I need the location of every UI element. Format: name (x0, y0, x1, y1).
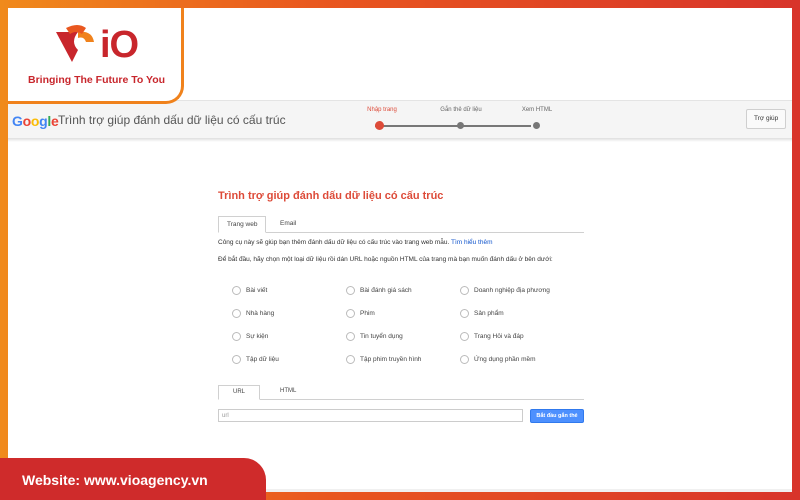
tab-email[interactable]: Email (272, 216, 304, 231)
step-dot-tag[interactable] (457, 122, 464, 129)
option-label: Trang Hỏi và đáp (474, 333, 524, 341)
source-tabs: Trang web Email (218, 216, 584, 233)
option-label: Ứng dụng phần mềm (474, 356, 536, 364)
help-button[interactable]: Trợ giúp (746, 109, 787, 129)
radio-icon[interactable] (346, 309, 355, 318)
google-logo-letter: o (22, 113, 32, 129)
browser-screen: Google Trình trợ giúp đánh dấu dữ liệu c… (8, 8, 792, 492)
option-product[interactable]: Sản phẩm (460, 309, 504, 319)
brand-tagline: Bringing The Future To You (28, 74, 166, 86)
website-text: Website: www.vioagency.vn (22, 472, 208, 488)
step-dot-view-html[interactable] (533, 122, 540, 129)
radio-icon[interactable] (460, 332, 469, 341)
google-logo-letter: G (12, 113, 23, 129)
instruction-text: Để bắt đầu, hãy chọn một loại dữ liệu rồ… (218, 256, 553, 263)
radio-icon[interactable] (346, 332, 355, 341)
radio-icon[interactable] (232, 332, 241, 341)
vio-logo-icon (56, 25, 94, 62)
radio-icon[interactable] (460, 355, 469, 364)
option-qa-page[interactable]: Trang Hỏi và đáp (460, 332, 524, 342)
option-movie[interactable]: Phim (346, 309, 375, 319)
option-label: Sự kiện (246, 333, 269, 341)
tool-header: Google Trình trợ giúp đánh dấu dữ liệu c… (8, 100, 792, 140)
option-label: Nhà hàng (246, 310, 275, 318)
tool-description: Công cụ này sẽ giúp bạn thêm đánh dấu dữ… (218, 239, 493, 246)
option-label: Tập phim truyền hình (360, 356, 422, 364)
start-tagging-button[interactable]: Bắt đầu gắn thẻ (530, 409, 584, 423)
option-software-app[interactable]: Ứng dụng phần mềm (460, 355, 536, 365)
option-job-posting[interactable]: Tin tuyển dụng (346, 332, 403, 342)
option-dataset[interactable]: Tập dữ liệu (232, 355, 279, 365)
page-title: Trình trợ giúp đánh dấu dữ liệu có cấu t… (218, 190, 444, 202)
tool-title: Trình trợ giúp đánh dấu dữ liệu có cấu t… (58, 113, 286, 127)
brand-logo-text: iO (100, 24, 139, 66)
tab-url[interactable]: URL (218, 385, 261, 400)
description-text: Công cụ này sẽ giúp bạn thêm đánh dấu dữ… (218, 239, 451, 246)
option-label: Tin tuyển dụng (360, 333, 403, 341)
radio-icon[interactable] (346, 355, 355, 364)
progress-line (375, 125, 531, 127)
option-local-business[interactable]: Doanh nghiệp địa phương (460, 286, 550, 296)
website-banner: Website: www.vioagency.vn (0, 458, 266, 500)
step-label-import: Nhập trang (367, 107, 397, 113)
option-book-review[interactable]: Bài đánh giá sách (346, 286, 412, 296)
option-restaurant[interactable]: Nhà hàng (232, 309, 274, 319)
option-label: Tập dữ liệu (246, 356, 279, 364)
step-label-view-html: Xem HTML (521, 107, 553, 113)
option-tv-episode[interactable]: Tập phim truyền hình (346, 355, 421, 365)
google-logo-letter: o (30, 113, 40, 129)
url-input[interactable]: url (218, 409, 523, 422)
option-label: Bài đánh giá sách (360, 287, 412, 295)
option-label: Sản phẩm (474, 310, 504, 318)
radio-icon[interactable] (232, 355, 241, 364)
progress-steps: Nhập trang Gắn thẻ dữ liệu Xem HTML (367, 101, 552, 139)
learn-more-link[interactable]: Tìm hiểu thêm (451, 239, 493, 246)
header-shadow (8, 138, 792, 142)
radio-icon[interactable] (232, 309, 241, 318)
option-label: Phim (360, 310, 375, 318)
option-label: Bài viết (246, 287, 268, 295)
radio-icon[interactable] (346, 286, 355, 295)
radio-icon[interactable] (460, 286, 469, 295)
google-logo: Google (12, 113, 59, 129)
option-article[interactable]: Bài viết (232, 286, 267, 296)
radio-icon[interactable] (460, 309, 469, 318)
option-event[interactable]: Sự kiện (232, 332, 268, 342)
brand-logo-box: iO Bringing The Future To You (8, 8, 184, 104)
step-dot-import[interactable] (375, 121, 384, 130)
step-label-tag: Gắn thẻ dữ liệu (440, 107, 482, 113)
tab-html[interactable]: HTML (266, 385, 310, 398)
input-tabs: URL HTML (218, 385, 584, 400)
option-label: Doanh nghiệp địa phương (474, 287, 550, 295)
tab-web-page[interactable]: Trang web (218, 216, 267, 233)
radio-icon[interactable] (232, 286, 241, 295)
